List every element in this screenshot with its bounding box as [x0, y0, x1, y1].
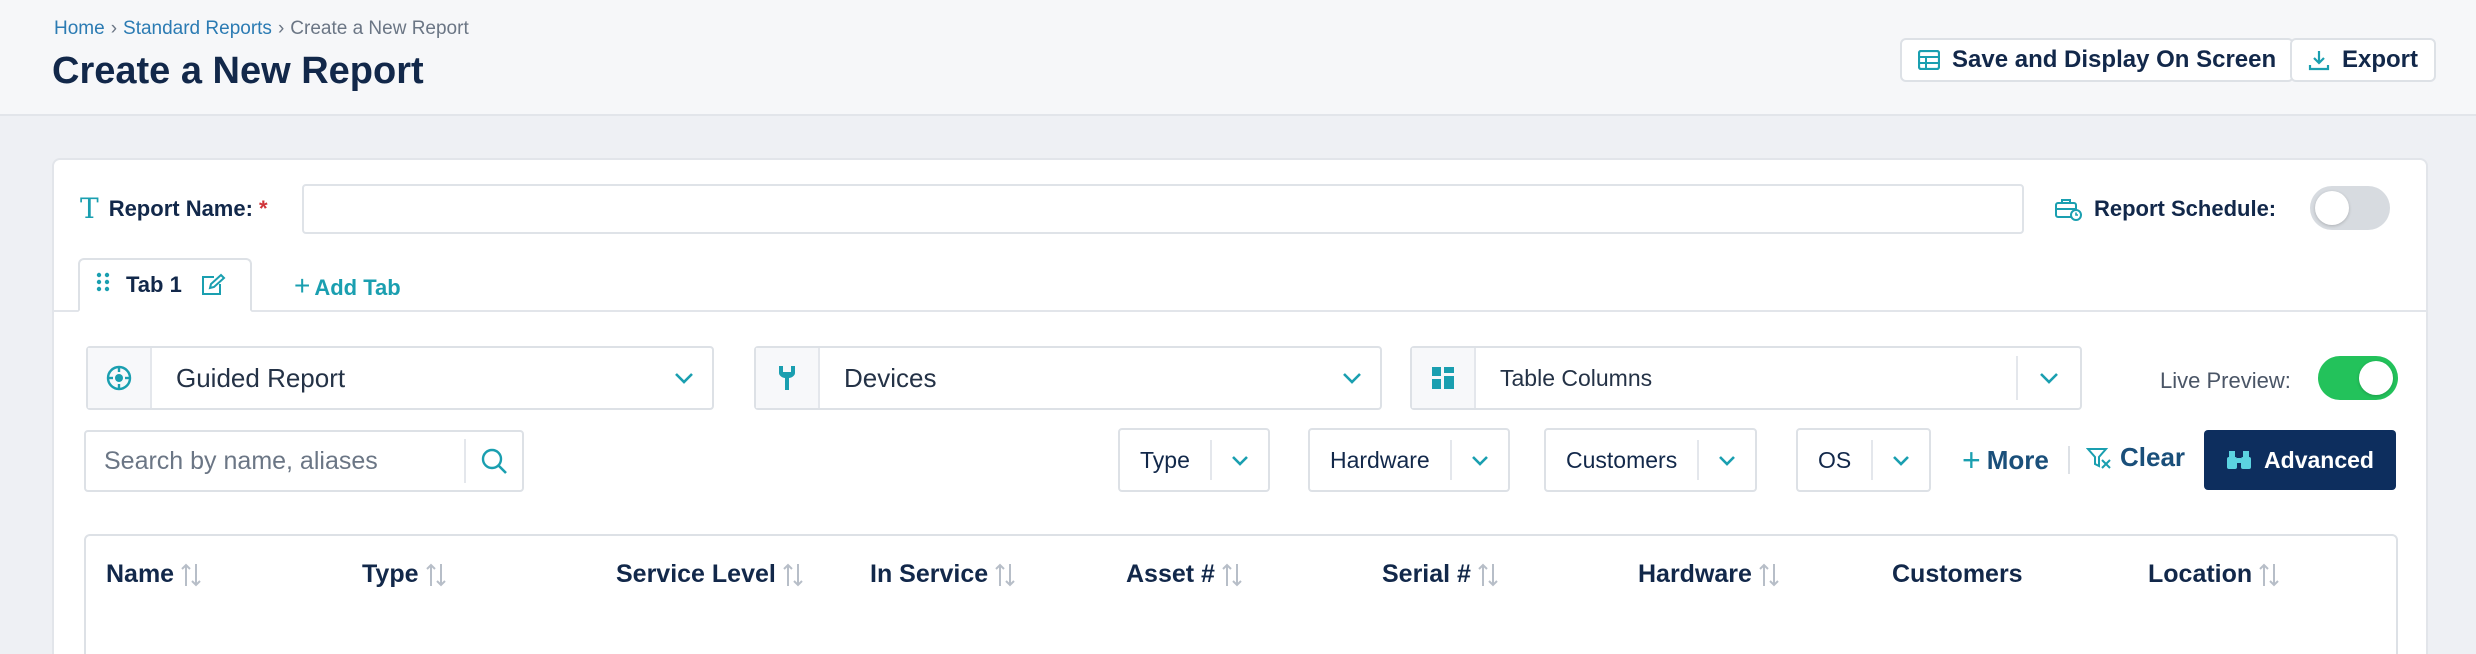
os-filter-button[interactable]: OS — [1796, 428, 1932, 492]
column-header-in-service[interactable]: In Service — [870, 560, 1016, 589]
report-schedule-toggle[interactable] — [2310, 186, 2390, 230]
clear-label: Clear — [2120, 442, 2186, 472]
breadcrumb-standard-reports-link[interactable]: Standard Reports — [123, 18, 272, 40]
tab-1[interactable]: Tab 1 — [78, 258, 252, 312]
filter-label: Hardware — [1330, 446, 1430, 473]
search-box: Search by name, aliases — [84, 430, 524, 492]
search-icon[interactable] — [464, 439, 522, 483]
chevron-down-icon — [656, 348, 712, 408]
clear-filter-icon — [2086, 446, 2112, 470]
schedule-briefcase-icon — [2054, 197, 2082, 221]
column-label: Type — [362, 560, 419, 588]
column-header-type[interactable]: Type — [362, 560, 447, 589]
binoculars-icon — [2226, 449, 2252, 471]
add-tab-button[interactable]: + Add Tab — [294, 270, 401, 302]
add-tab-label: Add Tab — [314, 275, 401, 300]
save-and-display-button[interactable]: Save and Display On Screen — [1900, 38, 2295, 82]
clear-filters-button[interactable]: Clear — [2086, 442, 2185, 473]
report-name-label: T Report Name: * — [80, 192, 268, 225]
type-filter-button[interactable]: Type — [1118, 428, 1270, 492]
target-icon — [88, 348, 152, 408]
column-label: Customers — [1892, 560, 2023, 588]
export-button[interactable]: Export — [2290, 38, 2437, 82]
column-label: In Service — [870, 560, 989, 588]
text-type-icon: T — [80, 192, 99, 225]
divider — [2068, 446, 2070, 474]
sort-icon[interactable] — [180, 562, 202, 588]
more-filters-button[interactable]: + More — [1962, 442, 2049, 479]
customers-filter-button[interactable]: Customers — [1544, 428, 1758, 492]
breadcrumb-current: Create a New Report — [290, 18, 469, 39]
filter-label: Customers — [1566, 446, 1678, 473]
table-icon — [1918, 50, 1940, 70]
chevron-down-icon — [1209, 440, 1268, 480]
report-type-select[interactable]: Guided Report — [86, 346, 714, 410]
sort-icon[interactable] — [1477, 562, 1499, 588]
breadcrumb-separator: › — [277, 18, 285, 39]
column-header-serial[interactable]: Serial # — [1382, 560, 1499, 589]
breadcrumb-separator: › — [110, 18, 118, 39]
chevron-down-icon — [1871, 440, 1929, 480]
hardware-filter-button[interactable]: Hardware — [1308, 428, 1510, 492]
column-label: Asset # — [1126, 560, 1215, 588]
table-columns-value: Table Columns — [1500, 364, 1653, 391]
more-label: More — [1986, 445, 2049, 475]
sort-icon[interactable] — [1758, 562, 1780, 588]
breadcrumb: Home › Standard Reports › Create a New R… — [54, 18, 469, 40]
column-header-location[interactable]: Location — [2148, 560, 2280, 589]
report-schedule-label: Report Schedule: — [2054, 196, 2276, 222]
tab-label: Tab 1 — [126, 272, 182, 297]
save-and-display-label: Save and Display On Screen — [1952, 46, 2277, 73]
tab-bar-divider — [52, 310, 2428, 312]
live-preview-toggle[interactable] — [2318, 356, 2398, 400]
page-header: Home › Standard Reports › Create a New R… — [0, 0, 2476, 116]
chevron-down-icon — [1697, 440, 1755, 480]
sort-icon[interactable] — [1221, 562, 1243, 588]
sort-icon[interactable] — [994, 562, 1016, 588]
column-label: Serial # — [1382, 560, 1471, 588]
toggle-knob — [2359, 361, 2393, 395]
table-columns-select[interactable]: Table Columns — [1410, 346, 2082, 410]
column-header-hardware[interactable]: Hardware — [1638, 560, 1780, 589]
export-label: Export — [2342, 46, 2419, 73]
column-label: Hardware — [1638, 560, 1752, 588]
download-icon — [2308, 49, 2330, 71]
chevron-down-icon — [1324, 348, 1380, 408]
wrench-icon — [756, 348, 820, 408]
column-label: Name — [106, 560, 175, 588]
sort-icon[interactable] — [425, 562, 447, 588]
search-input[interactable]: Search by name, aliases — [86, 447, 464, 476]
entity-select[interactable]: Devices — [754, 346, 1382, 410]
column-header-name[interactable]: Name — [106, 560, 202, 589]
column-label: Location — [2148, 560, 2253, 588]
drag-handle-icon[interactable] — [96, 271, 110, 299]
live-preview-label: Live Preview: — [2160, 368, 2291, 393]
report-schedule-text: Report Schedule: — [2094, 196, 2277, 221]
column-header-asset[interactable]: Asset # — [1126, 560, 1243, 589]
plus-icon: + — [294, 270, 311, 301]
required-asterisk: * — [258, 195, 268, 221]
toggle-knob — [2315, 191, 2349, 225]
column-label: Service Level — [616, 560, 776, 588]
columns-layout-icon — [1412, 348, 1476, 408]
report-name-input[interactable] — [302, 184, 2024, 234]
filter-label: Type — [1140, 446, 1190, 473]
filter-label: OS — [1818, 446, 1852, 473]
sort-icon[interactable] — [782, 562, 804, 588]
column-header-customers[interactable]: Customers — [1892, 560, 2023, 589]
chevron-down-icon — [1449, 440, 1508, 480]
chevron-down-icon — [2016, 356, 2080, 400]
edit-icon[interactable] — [200, 273, 226, 297]
report-type-value: Guided Report — [176, 362, 346, 393]
report-name-label-text: Report Name: — [108, 195, 253, 221]
advanced-label: Advanced — [2264, 446, 2374, 473]
report-preview-table — [84, 534, 2398, 654]
breadcrumb-home-link[interactable]: Home — [54, 18, 105, 40]
plus-icon: + — [1962, 442, 1981, 478]
page-title: Create a New Report — [52, 50, 424, 92]
sort-icon[interactable] — [2258, 562, 2280, 588]
advanced-button[interactable]: Advanced — [2204, 430, 2396, 490]
entity-value: Devices — [844, 362, 937, 393]
column-header-service-level[interactable]: Service Level — [616, 560, 804, 589]
